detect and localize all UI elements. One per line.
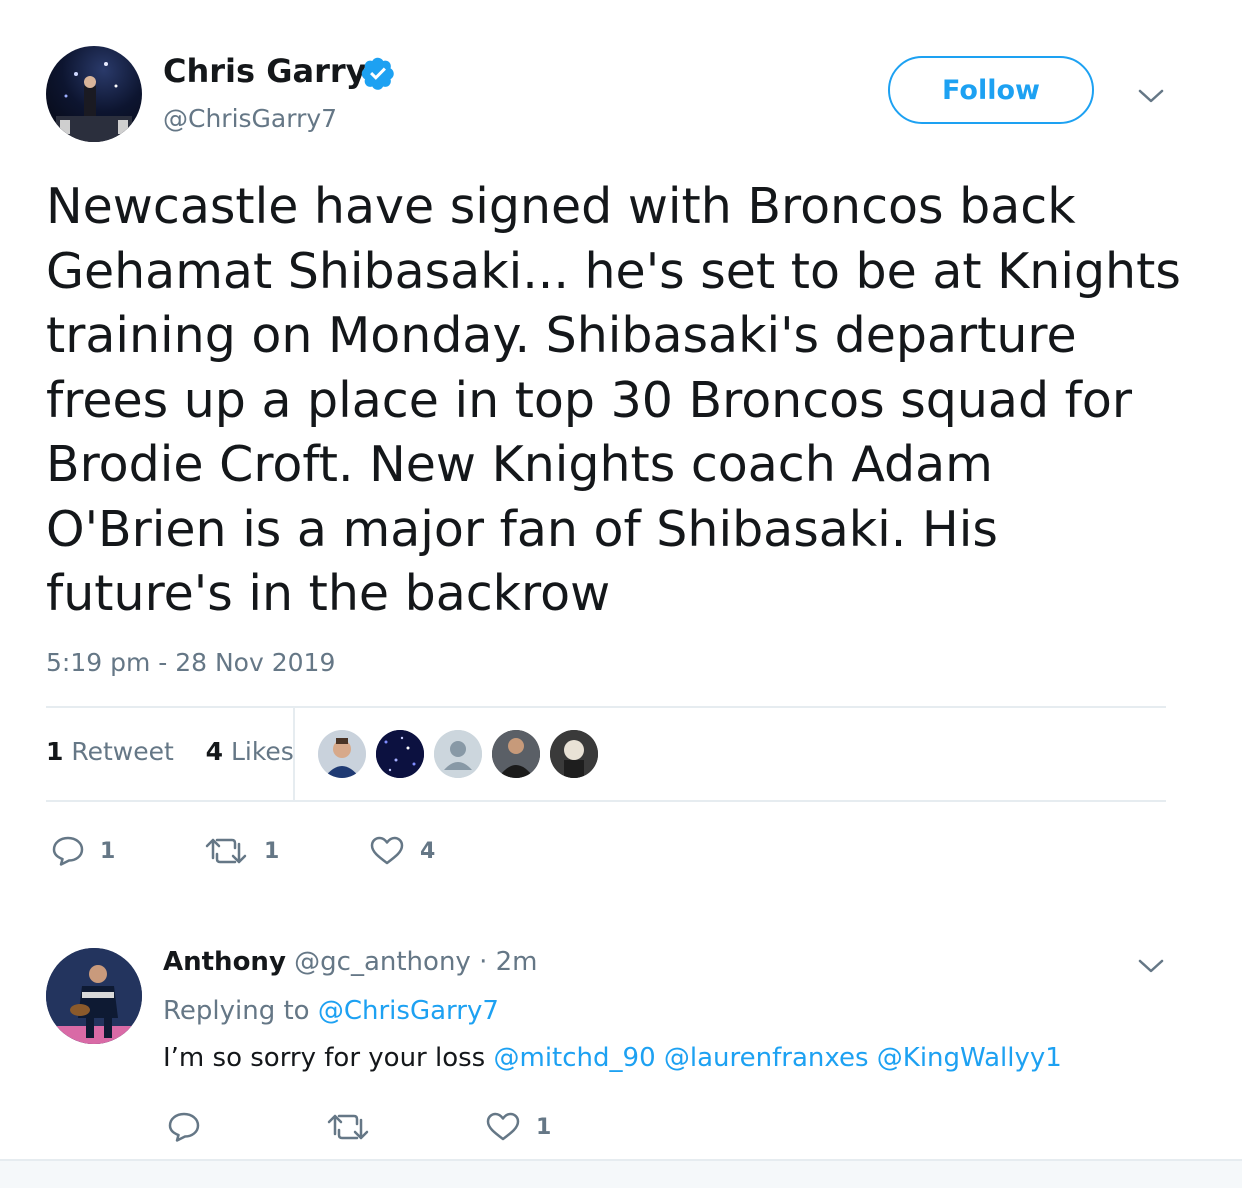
liker-avatar[interactable] [376,730,424,778]
retweet-icon [327,1114,369,1140]
liker-avatar[interactable] [550,730,598,778]
tweet-timestamp[interactable]: 5:19 pm - 28 Nov 2019 [46,648,335,677]
like-count: 4 [420,838,436,864]
reply-separator: · [479,947,488,977]
reply-reply-action[interactable] [168,1112,216,1142]
chevron-down-icon[interactable] [1138,88,1164,104]
reply-icon [168,1112,200,1142]
reply-action[interactable]: 1 [52,836,115,866]
reply-text: I’m so sorry for your loss @mitchd_90 @l… [163,1043,1062,1073]
retweet-stat-count: 1 [46,737,64,766]
tweet-text: Newcastle have signed with Broncos back … [46,178,1181,622]
reply-author-avatar[interactable] [46,948,142,1044]
replying-to-link[interactable]: @ChrisGarry7 [318,996,499,1026]
mention-link[interactable]: @KingWallyy1 [877,1043,1062,1073]
follow-button[interactable]: Follow [888,56,1094,124]
retweet-stat[interactable]: 1 Retweet [46,737,174,766]
likes-stat-count: 4 [205,737,224,766]
retweet-icon [205,838,247,864]
replying-to: Replying to @ChrisGarry7 [163,996,499,1026]
mention-link[interactable]: @mitchd_90 [494,1043,656,1073]
divider [46,800,1166,802]
heart-icon [486,1112,520,1141]
heart-icon [370,836,404,865]
liker-avatar[interactable] [492,730,540,778]
reply-author-name[interactable]: Anthony [163,947,286,977]
reply-icon [52,836,84,866]
author-name[interactable]: Chris Garry [163,52,366,90]
verified-badge-icon [361,57,394,90]
retweet-stat-label: Retweet [71,737,174,766]
reply-retweet-action[interactable] [326,1112,386,1142]
reply-header: Anthony @gc_anthony · 2m [163,947,537,977]
default-avatar-icon[interactable] [434,730,482,778]
likes-stat[interactable]: 4 Likes [206,737,294,766]
likes-stat-label: Likes [230,737,294,766]
like-action[interactable]: 4 [370,836,435,866]
retweet-action[interactable]: 1 [204,836,279,866]
retweet-count: 1 [264,838,280,864]
mention-link[interactable]: @laurenfranxes [664,1043,869,1073]
reply-chevron-down-icon[interactable] [1138,958,1164,974]
replying-to-label: Replying to [163,996,310,1026]
divider [46,706,1166,708]
author-avatar[interactable] [46,46,142,142]
bottom-bar [0,1159,1242,1188]
reply-time[interactable]: 2m [496,947,538,977]
reply-like-action[interactable]: 1 [486,1112,551,1142]
liker-avatar[interactable] [318,730,366,778]
reply-author-handle[interactable]: @gc_anthony [294,947,471,977]
engagement-stats: 1 Retweet 4 Likes [46,737,294,766]
author-handle[interactable]: @ChrisGarry7 [163,104,337,133]
reply-count: 1 [100,838,116,864]
reply-text-body: I’m so sorry for your loss [163,1043,486,1073]
reply-like-count: 1 [536,1114,552,1140]
